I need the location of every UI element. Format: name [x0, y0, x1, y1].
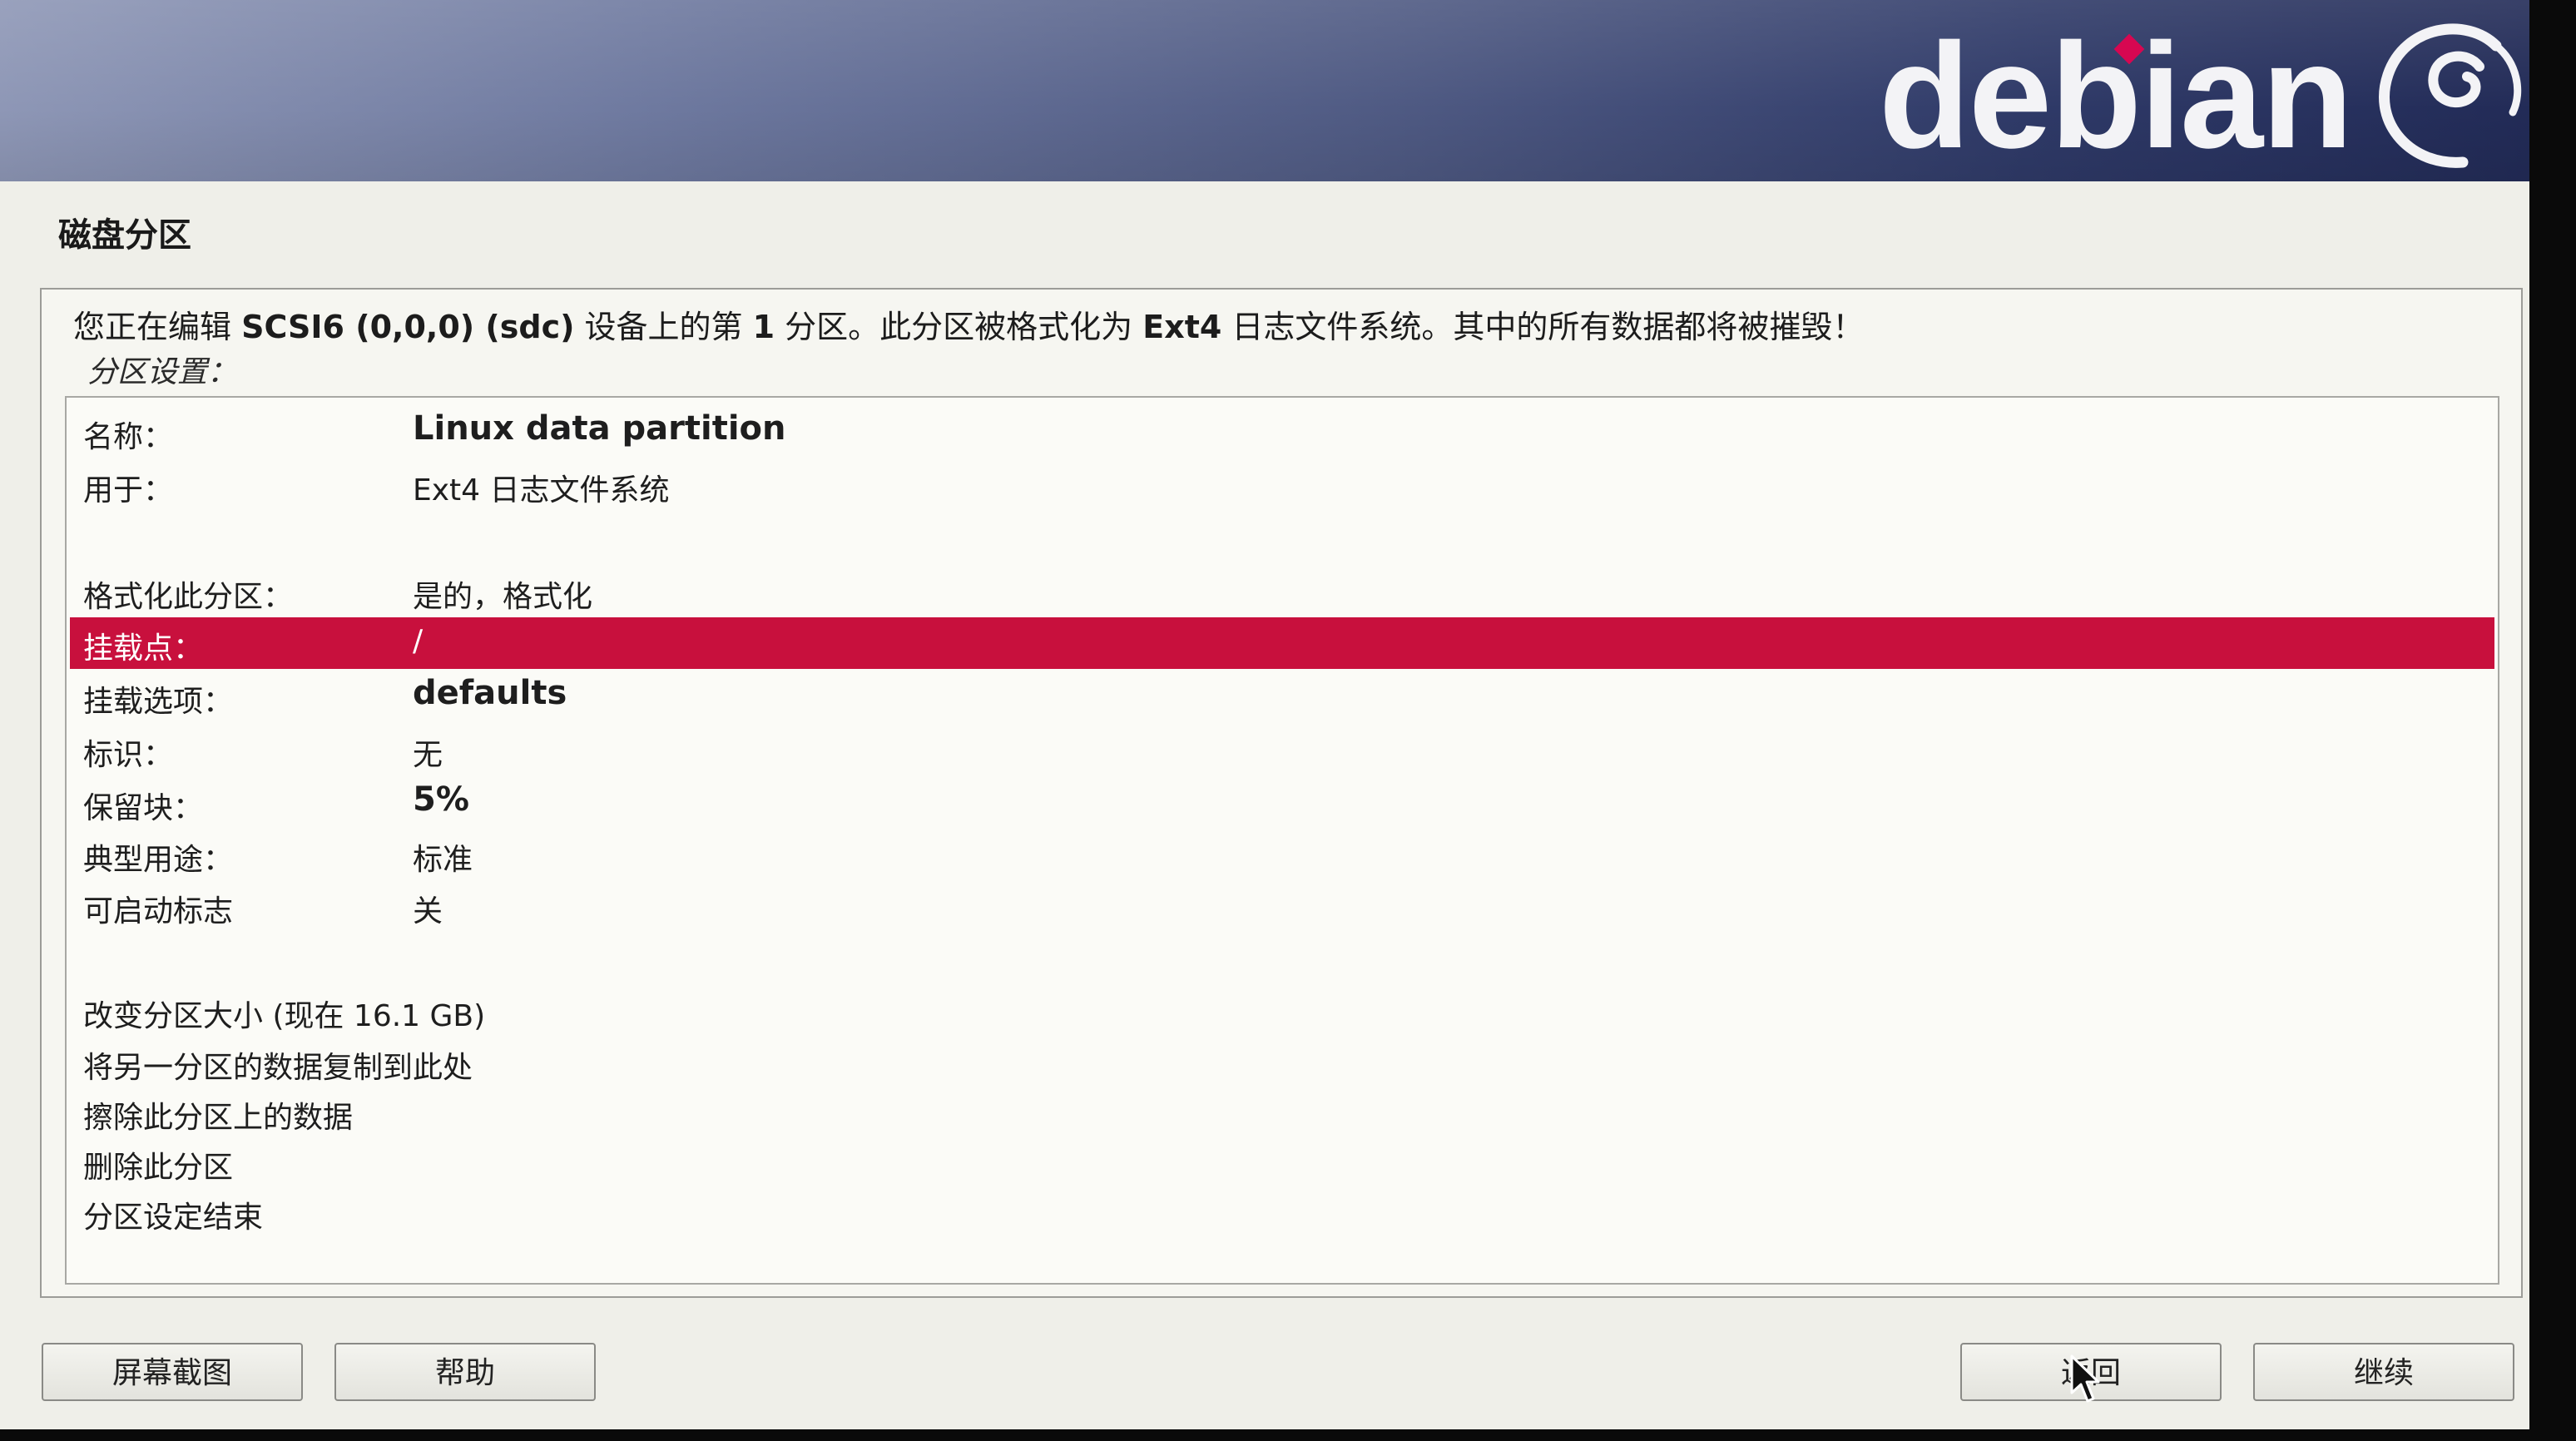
list-item-typical-usage[interactable]: 典型用途： 标准 [70, 829, 2494, 880]
action-label: 将另一分区的数据复制到此处 [83, 1051, 473, 1085]
item-value: defaults [413, 674, 567, 712]
screenshot-button[interactable]: 屏幕截图 [42, 1343, 303, 1401]
debian-swirl-icon [2379, 23, 2522, 168]
action-done-setting-up[interactable]: 分区设定结束 [70, 1186, 2494, 1238]
action-label: 擦除此分区上的数据 [83, 1101, 354, 1135]
action-label: 分区设定结束 [83, 1201, 264, 1235]
desc-middle2: 分区。此分区被格式化为 [775, 309, 1143, 345]
desc-suffix: 日志文件系统。其中的所有数据都将被摧毁！ [1221, 309, 1865, 345]
item-value: 5% [413, 780, 469, 819]
desc-fs: Ext4 [1142, 309, 1222, 345]
item-value: 是的，格式化 [413, 580, 593, 614]
item-value: 标准 [413, 843, 473, 877]
item-label: 名称： [83, 420, 174, 454]
list-item-name[interactable]: 名称： Linux data partition [70, 406, 2494, 458]
logo-text: debian [1879, 12, 2353, 180]
desc-number: 1 [752, 309, 775, 345]
item-value: Linux data partition [413, 409, 786, 448]
desc-device: SCSI6 (0,0,0) (sdc) [241, 309, 575, 345]
action-erase-data[interactable]: 擦除此分区上的数据 [70, 1087, 2494, 1138]
list-item-label[interactable]: 标识： 无 [70, 724, 2494, 775]
item-label: 挂载点： [83, 631, 204, 666]
item-label: 可启动标志 [83, 894, 234, 928]
action-resize-partition[interactable]: 改变分区大小 (现在 16.1 GB) [70, 985, 2494, 1037]
item-label: 典型用途： [83, 843, 234, 877]
item-label: 用于： [83, 473, 174, 508]
desc-middle1: 设备上的第 [574, 309, 753, 345]
list-item-mount-options[interactable]: 挂载选项： defaults [70, 671, 2494, 722]
action-delete-partition[interactable]: 删除此分区 [70, 1136, 2494, 1188]
action-label: 删除此分区 [83, 1151, 234, 1185]
main-panel: 磁盘分区 您正在编辑 SCSI6 (0,0,0) (sdc) 设备上的第 1 分… [0, 181, 2529, 1429]
list-item-mount-point[interactable]: 挂载点： / [70, 617, 2494, 669]
item-label: 保留块： [83, 791, 204, 825]
page-title: 磁盘分区 [58, 216, 191, 255]
partition-description: 您正在编辑 SCSI6 (0,0,0) (sdc) 设备上的第 1 分区。此分区… [73, 301, 1864, 347]
header-banner: debian [0, 0, 2529, 181]
debian-logo: debian [1872, 17, 2538, 175]
settings-label: 分区设置： [87, 355, 238, 389]
item-value: 无 [413, 738, 443, 772]
item-value: / [413, 624, 424, 658]
item-label: 标识： [83, 738, 174, 772]
mouse-cursor-icon [2070, 1354, 2100, 1403]
list-item-bootable-flag[interactable]: 可启动标志 关 [70, 880, 2494, 932]
continue-button[interactable]: 继续 [2253, 1343, 2514, 1401]
action-copy-data[interactable]: 将另一分区的数据复制到此处 [70, 1037, 2494, 1088]
partition-settings-list: 名称： Linux data partition 用于： Ext4 日志文件系统… [65, 396, 2499, 1285]
content-frame: 您正在编辑 SCSI6 (0,0,0) (sdc) 设备上的第 1 分区。此分区… [40, 288, 2523, 1298]
list-item-format[interactable]: 格式化此分区： 是的，格式化 [70, 566, 2494, 617]
list-item-reserved-blocks[interactable]: 保留块： 5% [70, 777, 2494, 829]
list-item-use-as[interactable]: 用于： Ext4 日志文件系统 [70, 459, 2494, 511]
item-label: 格式化此分区： [83, 580, 294, 614]
help-button[interactable]: 帮助 [334, 1343, 596, 1401]
installer-screen: debian 磁盘分区 您正在编辑 SCSI6 (0,0,0) (sdc) 设备… [0, 0, 2576, 1441]
item-value: 关 [413, 894, 443, 928]
desc-prefix: 您正在编辑 [73, 309, 242, 345]
item-value: Ext4 日志文件系统 [413, 473, 670, 508]
item-label: 挂载选项： [83, 685, 234, 719]
action-label: 改变分区大小 (现在 16.1 GB) [83, 999, 486, 1033]
